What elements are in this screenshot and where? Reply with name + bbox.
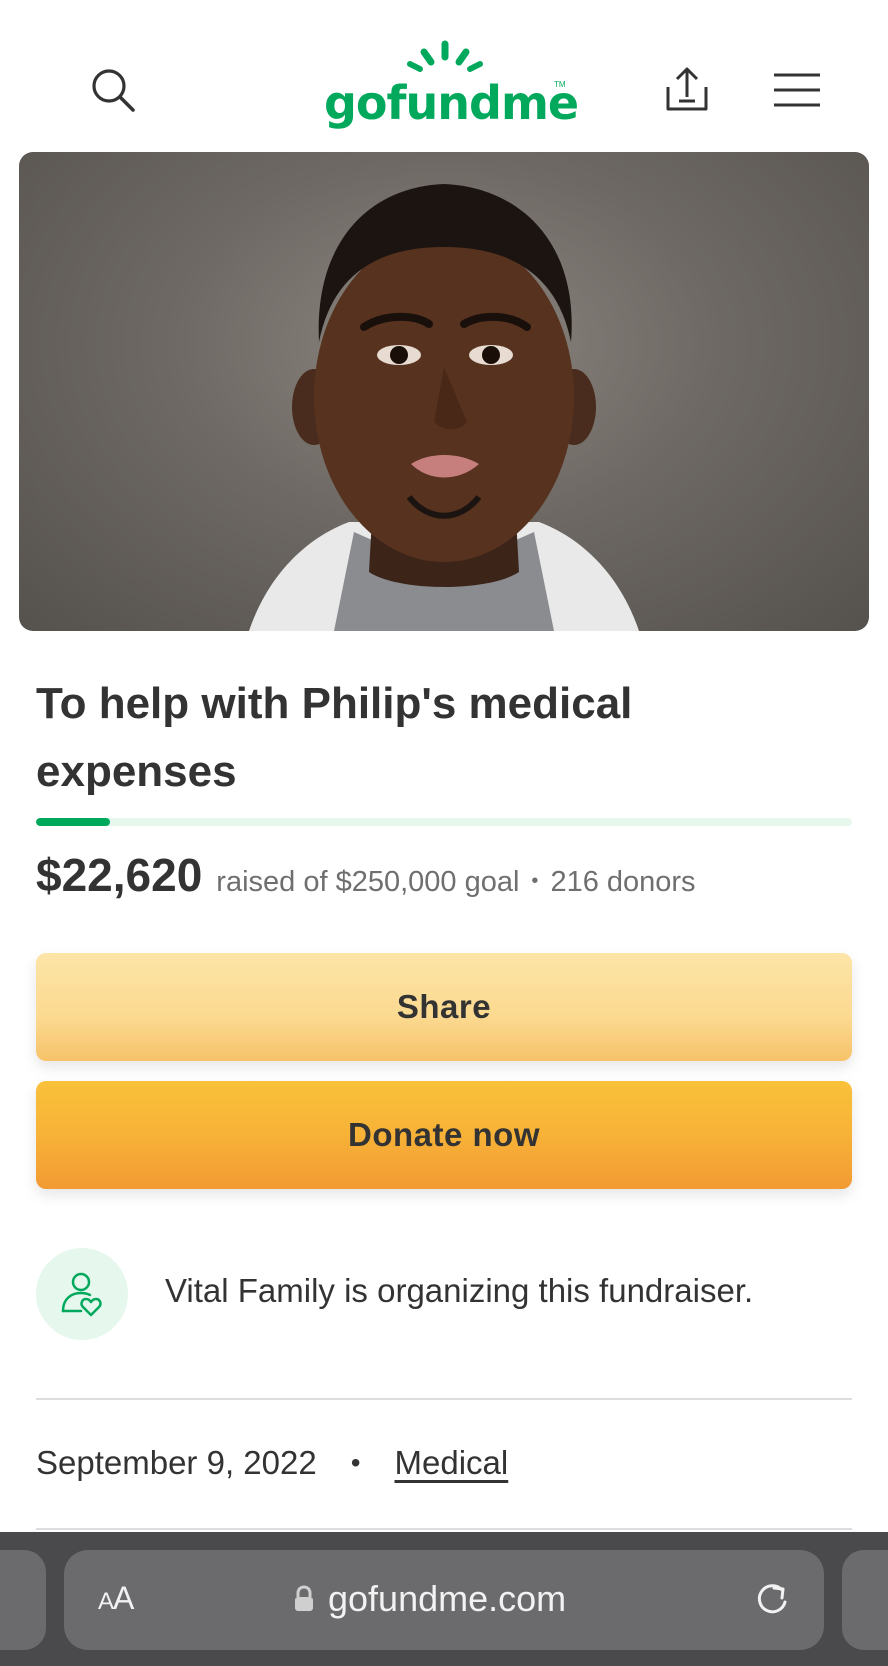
share-upload-icon bbox=[666, 67, 708, 111]
page: gofundme TM To help with Philip's medica… bbox=[0, 0, 888, 1666]
portrait-illustration bbox=[249, 184, 639, 631]
previous-tab[interactable] bbox=[0, 1550, 46, 1650]
organizer-heart-icon bbox=[61, 1272, 102, 1317]
section-divider-bottom bbox=[36, 1528, 852, 1530]
logo-sun-icon bbox=[407, 40, 483, 72]
created-date: September 9, 2022 bbox=[36, 1444, 317, 1481]
search-icon bbox=[92, 69, 135, 112]
share-page-button[interactable] bbox=[652, 55, 722, 125]
next-tab[interactable] bbox=[842, 1550, 888, 1650]
goal-text: raised of $250,000 goal bbox=[216, 866, 520, 898]
reader-settings-button[interactable]: AA bbox=[98, 1580, 134, 1617]
share-button[interactable]: Share bbox=[36, 953, 852, 1061]
site-header: gofundme TM bbox=[0, 0, 888, 152]
reload-icon[interactable] bbox=[752, 1580, 792, 1620]
raised-amount: $22,620 bbox=[36, 849, 203, 901]
gofundme-logo[interactable]: gofundme TM bbox=[318, 40, 579, 140]
organizer-text[interactable]: Vital Family is organizing this fundrais… bbox=[165, 1272, 753, 1310]
donor-count[interactable]: 216 donors bbox=[550, 866, 695, 899]
search-button[interactable] bbox=[78, 55, 148, 125]
campaign-photo bbox=[19, 152, 869, 631]
organizer-avatar bbox=[36, 1248, 128, 1340]
url-text: gofundme.com bbox=[328, 1578, 567, 1619]
aa-large: A bbox=[113, 1580, 134, 1616]
logo-text: gofundme bbox=[324, 76, 579, 130]
logo-trademark: TM bbox=[554, 80, 566, 89]
address-bar[interactable]: AA gofundme.com bbox=[64, 1550, 824, 1650]
lock-icon bbox=[294, 1585, 314, 1613]
url-display[interactable]: gofundme.com bbox=[294, 1578, 566, 1620]
browser-toolbar: AA gofundme.com bbox=[0, 1532, 888, 1666]
aa-small: A bbox=[98, 1588, 114, 1615]
progress-bar bbox=[36, 818, 852, 826]
category-link[interactable]: Medical bbox=[395, 1444, 509, 1482]
donate-now-button[interactable]: Donate now bbox=[36, 1081, 852, 1189]
summary-separator: • bbox=[531, 870, 539, 892]
menu-button[interactable] bbox=[760, 55, 834, 125]
meta-separator: • bbox=[350, 1447, 361, 1478]
progress-bar-fill bbox=[36, 818, 110, 826]
raised-summary: $22,620 raised of $250,000 goal • 216 do… bbox=[36, 848, 852, 902]
campaign-title: To help with Philip's medical expenses bbox=[36, 679, 633, 796]
campaign-meta: September 9, 2022 • Medical bbox=[36, 1444, 508, 1482]
menu-icon bbox=[774, 73, 820, 107]
section-divider bbox=[36, 1398, 852, 1400]
